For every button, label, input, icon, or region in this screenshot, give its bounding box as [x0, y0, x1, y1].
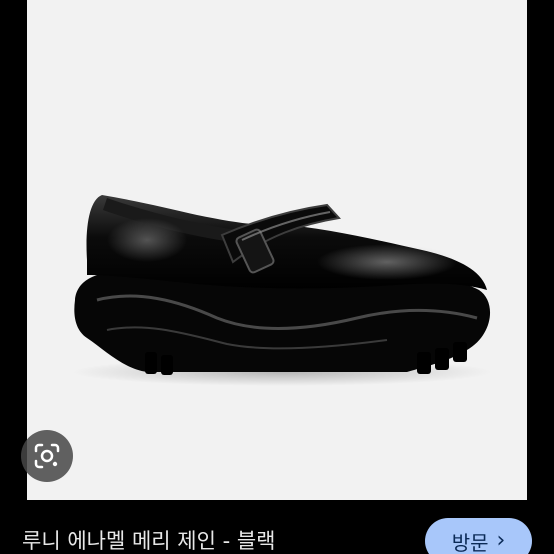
product-title[interactable]: 루니 에나멜 메리 제인 - 블랙 [22, 528, 275, 554]
lens-search-button[interactable] [21, 430, 73, 482]
google-lens-icon [34, 443, 60, 469]
image-viewer: 루니 에나멜 메리 제인 - 블랙 방문 › [0, 0, 554, 554]
product-image[interactable] [27, 0, 527, 500]
visit-button-label: 방문 [451, 530, 489, 554]
visit-button[interactable]: 방문 › [425, 518, 532, 554]
chevron-right-icon: › [496, 528, 506, 553]
shoe-illustration [72, 195, 492, 386]
